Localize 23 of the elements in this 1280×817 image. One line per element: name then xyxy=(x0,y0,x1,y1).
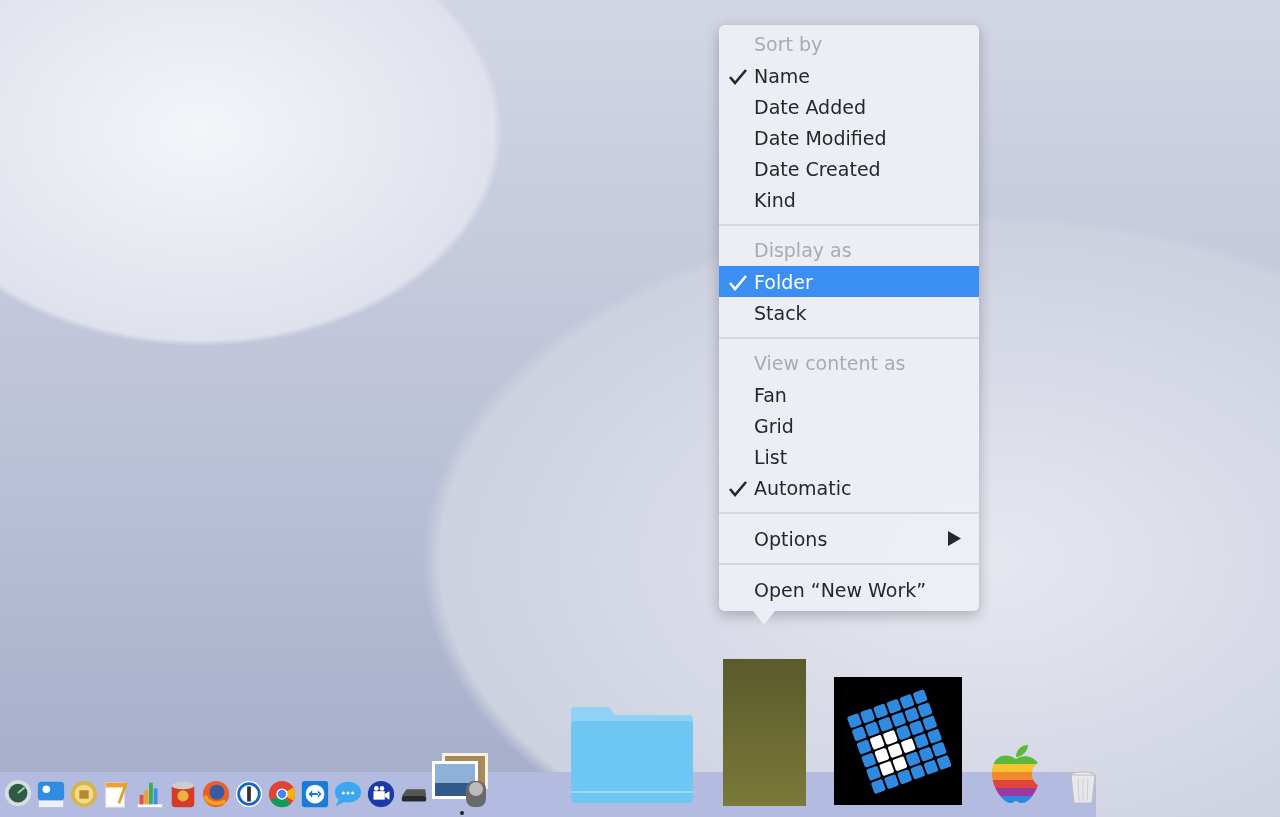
menu-item[interactable]: Automatic xyxy=(719,472,979,503)
menu-item[interactable]: List xyxy=(719,441,979,472)
coin-icon[interactable] xyxy=(69,779,99,809)
tile-globe-icon[interactable] xyxy=(834,677,962,805)
menu-item[interactable]: Options xyxy=(719,523,979,554)
scanner-icon[interactable] xyxy=(36,779,66,809)
menu-heading: Sort by xyxy=(753,32,824,57)
gauge-icon[interactable] xyxy=(3,779,33,809)
menu-item[interactable]: Name xyxy=(719,60,979,91)
menu-item[interactable]: Open “New Work” xyxy=(719,574,979,605)
fox-globe-icon[interactable] xyxy=(201,779,231,809)
menu-item[interactable]: Date Modified xyxy=(719,122,979,153)
browser-wheel-icon[interactable] xyxy=(267,779,297,809)
menu-heading: View content as xyxy=(753,351,907,376)
menu-item[interactable]: Kind xyxy=(719,184,979,215)
menu-item[interactable]: Fan xyxy=(719,379,979,410)
menu-item[interactable]: Date Created xyxy=(719,153,979,184)
menu-item[interactable]: Grid xyxy=(719,410,979,441)
menu-item[interactable]: Stack xyxy=(719,297,979,328)
menu-item[interactable]: Date Added xyxy=(719,91,979,122)
video-camera-icon[interactable] xyxy=(366,779,396,809)
keyhole-icon[interactable] xyxy=(234,779,264,809)
menu-heading: Display as xyxy=(753,238,853,263)
